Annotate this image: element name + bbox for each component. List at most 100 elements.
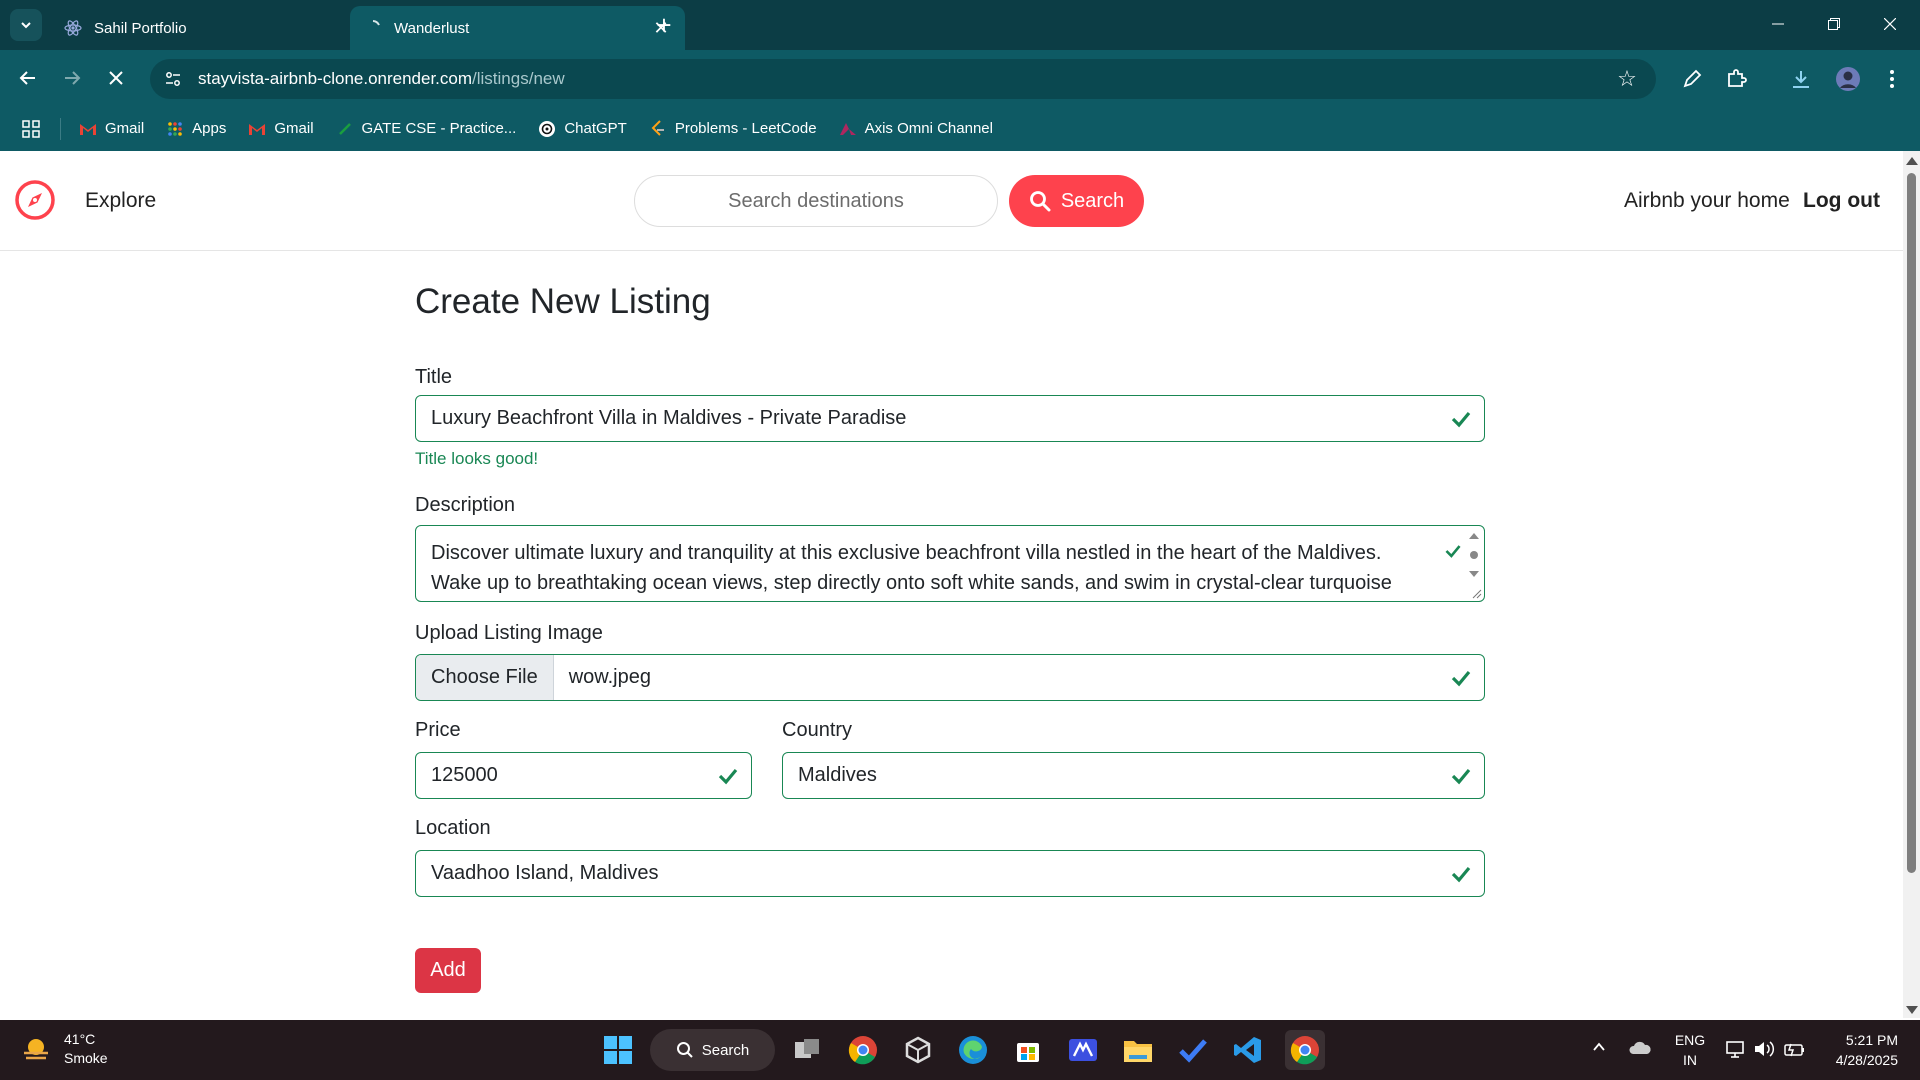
compass-icon[interactable] xyxy=(14,179,56,221)
gmail-icon xyxy=(248,120,266,138)
title-input[interactable]: Luxury Beachfront Villa in Maldives - Pr… xyxy=(415,395,1485,442)
scroll-down-icon[interactable] xyxy=(1906,1006,1918,1014)
price-value: 125000 xyxy=(431,764,498,786)
description-value: Discover ultimate luxury and tranquility… xyxy=(431,542,1392,594)
tab-search-button[interactable] xyxy=(10,9,42,41)
description-textarea[interactable]: Discover ultimate luxury and tranquility… xyxy=(415,525,1485,602)
windows-taskbar: 41°C Smoke Search ENG IN 5:21 PM 4/28/20… xyxy=(0,1020,1920,1080)
system-clock[interactable]: 5:21 PM 4/28/2025 xyxy=(1818,1030,1898,1070)
address-bar[interactable]: stayvista-airbnb-clone.onrender.com/list… xyxy=(150,59,1656,99)
bookmark-label: Problems - LeetCode xyxy=(674,120,817,137)
airbnb-your-home-link[interactable]: Airbnb your home xyxy=(1624,189,1790,213)
network-icon[interactable] xyxy=(1725,1039,1747,1062)
new-tab-button[interactable]: + xyxy=(650,10,678,40)
location-label: Location xyxy=(415,817,491,839)
volume-icon[interactable] xyxy=(1753,1039,1775,1062)
bookmark-gmail-2[interactable]: Gmail xyxy=(248,120,314,138)
scrollbar-thumb[interactable] xyxy=(1907,173,1916,873)
tab-strip: Sahil Portfolio ✕ Wanderlust ✕ + xyxy=(0,0,1920,50)
task-view-icon[interactable] xyxy=(789,1032,825,1068)
profile-avatar[interactable] xyxy=(1832,63,1864,95)
arrow-left-icon xyxy=(19,71,35,85)
language-indicator[interactable]: ENG IN xyxy=(1672,1030,1708,1070)
loading-icon xyxy=(364,19,382,37)
battery-icon[interactable] xyxy=(1782,1039,1806,1062)
edit-pen-icon[interactable] xyxy=(1676,63,1708,95)
textarea-scroll-arrows-icon[interactable] xyxy=(1467,530,1481,580)
editor-app-icon[interactable] xyxy=(1065,1032,1101,1068)
search-button[interactable]: Search xyxy=(1009,175,1144,227)
close-window-button[interactable] xyxy=(1862,0,1918,48)
site-info-icon[interactable] xyxy=(162,68,184,90)
chevron-up-icon[interactable] xyxy=(1592,1040,1606,1057)
chrome-active-icon[interactable] xyxy=(1285,1030,1325,1070)
chatgpt-icon xyxy=(538,120,556,138)
chevron-down-icon xyxy=(21,22,31,29)
chrome-icon[interactable] xyxy=(845,1032,881,1068)
minimize-button[interactable] xyxy=(1750,0,1806,48)
country-label: Country xyxy=(782,719,853,741)
bookmark-label: Gmail xyxy=(105,120,145,137)
url-path: /listings/new xyxy=(472,69,565,88)
onedrive-icon[interactable] xyxy=(1628,1039,1652,1060)
image-file-input[interactable]: Choose File wow.jpeg xyxy=(415,654,1485,701)
temperature: 41°C xyxy=(64,1031,96,1047)
taskbar-search-button[interactable]: Search xyxy=(650,1029,775,1071)
search-destinations-input[interactable]: Search destinations xyxy=(634,175,998,227)
browser-toolbar: stayvista-airbnb-clone.onrender.com/list… xyxy=(0,50,1920,106)
weather-widget[interactable]: 41°C Smoke xyxy=(20,1030,108,1068)
page-scrollbar[interactable] xyxy=(1903,151,1920,1018)
taskbar-search-label: Search xyxy=(701,1041,750,1059)
forward-button[interactable] xyxy=(53,59,91,97)
bookmark-star-icon[interactable]: ☆ xyxy=(1612,64,1642,94)
edge-icon[interactable] xyxy=(955,1032,991,1068)
more-menu-icon[interactable] xyxy=(1876,63,1908,95)
country-input[interactable]: Maldives xyxy=(782,752,1485,799)
clock-date: 4/28/2025 xyxy=(1835,1052,1898,1068)
extensions-icon[interactable] xyxy=(1720,63,1752,95)
bookmark-gate-cse[interactable]: GATE CSE - Practice... xyxy=(336,120,516,138)
windows-start-icon[interactable] xyxy=(600,1032,636,1068)
price-input[interactable]: 125000 xyxy=(415,752,752,799)
close-icon xyxy=(1884,18,1896,30)
bookmark-apps[interactable]: Apps xyxy=(166,120,226,138)
restore-icon xyxy=(1828,18,1840,30)
check-icon xyxy=(1445,545,1461,558)
add-button[interactable]: Add xyxy=(415,948,481,993)
back-button[interactable] xyxy=(9,59,47,97)
arrow-right-icon xyxy=(65,71,81,85)
log-out-link[interactable]: Log out xyxy=(1803,189,1880,213)
bookmark-label: ChatGPT xyxy=(564,120,627,137)
search-icon xyxy=(676,1042,693,1058)
tab-title: Sahil Portfolio xyxy=(94,19,187,37)
stop-loading-button[interactable] xyxy=(97,59,135,97)
tab-sahil-portfolio[interactable]: Sahil Portfolio ✕ xyxy=(50,6,385,50)
bookmark-leetcode[interactable]: Problems - LeetCode xyxy=(649,119,817,138)
todo-icon[interactable] xyxy=(1175,1032,1211,1068)
bookmark-axis[interactable]: Axis Omni Channel xyxy=(839,120,993,138)
lang-bottom: IN xyxy=(1683,1052,1697,1068)
file-explorer-icon[interactable] xyxy=(1120,1032,1156,1068)
choose-file-button[interactable]: Choose File xyxy=(416,655,554,700)
restore-button[interactable] xyxy=(1806,0,1862,48)
unity-icon[interactable] xyxy=(900,1032,936,1068)
check-icon xyxy=(1451,866,1471,883)
download-icon[interactable] xyxy=(1785,63,1817,95)
bookmark-chatgpt[interactable]: ChatGPT xyxy=(538,120,627,138)
resize-handle-icon[interactable] xyxy=(1472,589,1482,599)
scroll-up-icon[interactable] xyxy=(1906,157,1918,165)
file-name: wow.jpeg xyxy=(568,666,651,688)
bookmark-gmail[interactable]: Gmail xyxy=(79,120,144,138)
location-input[interactable]: Vaadhoo Island, Maldives xyxy=(415,850,1485,897)
search-icon xyxy=(1029,191,1051,212)
vscode-icon[interactable] xyxy=(1230,1032,1266,1068)
title-feedback: Title looks good! xyxy=(415,449,539,468)
explore-link[interactable]: Explore xyxy=(85,189,156,213)
microsoft-store-icon[interactable] xyxy=(1010,1032,1046,1068)
search-button-label: Search xyxy=(1060,189,1125,212)
tab-wanderlust[interactable]: Wanderlust ✕ xyxy=(350,6,685,50)
apps-launcher[interactable] xyxy=(22,119,40,138)
bookmark-label: Axis Omni Channel xyxy=(864,120,993,137)
bookmarks-divider xyxy=(60,117,61,140)
check-icon xyxy=(718,768,738,785)
